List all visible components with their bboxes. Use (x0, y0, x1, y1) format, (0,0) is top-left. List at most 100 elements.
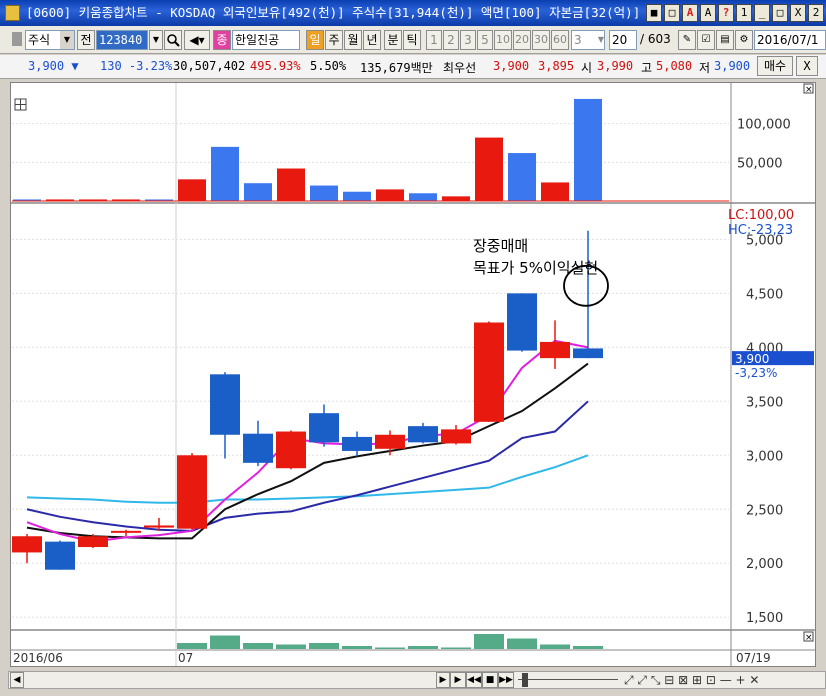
date-input[interactable]: 2016/07/1 (754, 30, 826, 50)
count-input[interactable]: 20 (609, 30, 637, 50)
candle-body (375, 434, 405, 449)
foreign-bar (441, 647, 471, 649)
zoom-slider-track[interactable] (518, 679, 618, 680)
candle-body (309, 413, 339, 443)
high-label: 고 (641, 61, 653, 75)
candle-body (210, 374, 240, 435)
window-icon[interactable]: □ (664, 4, 680, 22)
zoom-slider-thumb[interactable] (522, 673, 528, 687)
x-label-end: 07/19 (736, 651, 771, 665)
price-chart[interactable]: × 장중매매목표가 5%이익실현 × 100,00050,0005,0004,5… (11, 83, 815, 666)
chevron-down-icon[interactable]: ▼ (60, 31, 74, 49)
current-price-tag-text: 3,900 (735, 352, 769, 366)
volume-bar (244, 183, 272, 201)
amount-value: 135,679백만 (360, 61, 433, 75)
candle-body (342, 436, 372, 451)
foreign-bar (243, 643, 273, 649)
chart-icon[interactable]: ▤ (716, 30, 734, 50)
candle-body (441, 429, 471, 444)
company-name[interactable]: 한일진공 (232, 30, 300, 50)
scroll-left-icon[interactable]: ◀ (10, 672, 24, 688)
volume-bar (508, 153, 536, 201)
all-button[interactable]: 전 (77, 30, 95, 50)
current-pct-tag-text: -3,23% (735, 366, 777, 380)
price-pane: 장중매매목표가 5%이익실현 (12, 230, 609, 570)
period-day-button[interactable]: 일 (306, 30, 324, 50)
chart-area[interactable]: × 장중매매 목표가 5%이익실현 × 100,000 50,000 5,000 4,5… (10, 82, 816, 667)
minute-10-button[interactable]: 10 (494, 30, 512, 50)
sound-icon[interactable]: ◀▾ (184, 30, 210, 50)
layout-icon[interactable]: ■ (646, 4, 662, 22)
minute-custom-input[interactable]: 3 ▼ (571, 30, 605, 50)
annotation-line1: 장중매매 (473, 237, 528, 255)
font-icon[interactable]: A (700, 4, 716, 22)
foreign-bar (309, 643, 339, 649)
candle-body (144, 525, 174, 528)
period-tick-button[interactable]: 틱 (403, 30, 421, 50)
price-tick-label: 4,500 (746, 287, 783, 302)
app-icon[interactable] (5, 5, 20, 21)
chevron-down-icon[interactable]: ▼ (598, 31, 604, 49)
foreign-bar (474, 634, 504, 649)
minute-custom-value: 3 (574, 33, 582, 47)
volume-bar (310, 185, 338, 201)
volume-bar (574, 98, 602, 201)
foreign-bar (408, 646, 438, 649)
font-size-icon[interactable]: A (682, 4, 698, 22)
foreign-bar (573, 646, 603, 649)
x-label-mid: 07 (178, 651, 193, 665)
market-select[interactable]: 주식 ▼ (25, 30, 75, 50)
minute-1-button[interactable]: 1 (426, 30, 442, 50)
window-title-bar[interactable]: [0600] 키움종합차트 - KOSDAQ 외국인보유[492(천)] 주식수… (0, 0, 826, 26)
minute-20-button[interactable]: 20 (513, 30, 531, 50)
candle-body (12, 536, 42, 553)
extra-button[interactable]: 2 (808, 4, 824, 22)
minute-2-button[interactable]: 2 (443, 30, 459, 50)
count-total: / 603 (640, 32, 671, 46)
minimize-button[interactable]: _ (754, 4, 770, 22)
foreign-pane: × (177, 631, 814, 649)
buy-button[interactable]: 매수 (757, 56, 793, 76)
checkbox-icon[interactable]: ☑ (697, 30, 715, 50)
settings-icon[interactable]: ⚙ (735, 30, 753, 50)
minute-5-button[interactable]: 5 (477, 30, 493, 50)
screen-number-button[interactable]: 1 (736, 4, 752, 22)
minute-30-button[interactable]: 30 (532, 30, 550, 50)
volume-pane: × (12, 83, 814, 202)
market-label: 주식 (28, 33, 51, 47)
ai-icon[interactable]: ✎ (678, 30, 696, 50)
rewind-icon[interactable]: ◀◀ (466, 672, 482, 688)
period-month-button[interactable]: 월 (344, 30, 362, 50)
chart-scrollbar[interactable]: ◀ ▶ ▶ ◀◀ ■ ▶▶ ⤢ ⤢ ⤡ ⊟ ⊠ ⊞ ⊡ — + ✕ (0, 667, 826, 696)
volume-bar (343, 191, 371, 201)
code-dropdown-icon[interactable]: ▼ (149, 30, 163, 50)
candle-body (276, 431, 306, 469)
change-percent: -3.23% (128, 59, 173, 73)
drawing-tools[interactable]: ⤢ ⤢ ⤡ ⊟ ⊠ ⊞ ⊡ — + ✕ (624, 673, 759, 688)
grip-icon (12, 32, 22, 46)
stock-info-icon[interactable]: 종 (213, 30, 231, 50)
maximize-button[interactable]: □ (772, 4, 788, 22)
stop-icon[interactable]: ■ (482, 672, 498, 688)
foreign-bar (210, 635, 240, 649)
search-icon[interactable] (164, 30, 182, 50)
forward-icon[interactable]: ▶▶ (498, 672, 514, 688)
scroll-right-icon[interactable]: ▶ (436, 672, 450, 688)
expand-button[interactable]: X (796, 56, 818, 76)
help-button[interactable]: ? (718, 4, 734, 22)
candle-body (243, 433, 273, 463)
foreign-bar (342, 646, 372, 649)
period-year-button[interactable]: 년 (363, 30, 381, 50)
play-icon[interactable]: ▶ (450, 672, 466, 688)
period-week-button[interactable]: 주 (325, 30, 343, 50)
minute-3-button[interactable]: 3 (460, 30, 476, 50)
stock-code-input[interactable]: 123840 (96, 30, 148, 50)
period-minute-button[interactable]: 분 (384, 30, 402, 50)
price-tick-label: 2,000 (746, 557, 783, 572)
turnover-value: 5.50% (310, 59, 347, 73)
minute-60-button[interactable]: 60 (551, 30, 569, 50)
foreign-bar (276, 644, 306, 649)
close-button[interactable]: X (790, 4, 806, 22)
price-tick-label: 3,500 (746, 395, 783, 410)
volume-value: 30,507,402 (173, 59, 246, 73)
